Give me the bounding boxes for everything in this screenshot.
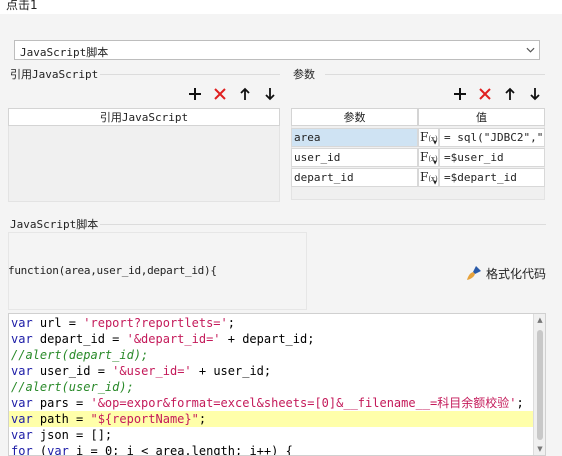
arrow-up-icon: [240, 87, 250, 100]
code-line[interactable]: var pars = '&op=expor&format=excel&sheet…: [9, 395, 537, 411]
code-line[interactable]: //alert(user_id);: [9, 379, 537, 395]
param-move-down-button[interactable]: [527, 86, 543, 102]
divider: [325, 74, 545, 75]
script-type-select[interactable]: JavaScript脚本: [14, 40, 540, 60]
params-section-label: 参数: [293, 68, 315, 81]
divider: [100, 74, 280, 75]
ref-move-down-button[interactable]: [262, 86, 278, 102]
scroll-up-icon[interactable]: ▲: [534, 314, 545, 326]
editor-scrollbar[interactable]: ▲ ▼: [533, 314, 545, 455]
formula-icon[interactable]: F(x) ▼: [418, 168, 439, 187]
param-delete-button[interactable]: [477, 86, 493, 102]
plus-icon: [189, 88, 201, 100]
code-editor[interactable]: var url = 'report?reportlets='; var depar…: [8, 313, 546, 456]
param-row[interactable]: user_id F(x) ▼ =$user_id: [291, 148, 545, 167]
code-line[interactable]: var json = [];: [9, 427, 537, 443]
plus-icon: [454, 88, 466, 100]
value-column-header: 值: [418, 108, 545, 126]
code-line[interactable]: var depart_id = '&depart_id=' + depart_i…: [9, 331, 537, 347]
param-row[interactable]: area F(x) ▼ = sql("JDBC2","s: [291, 128, 545, 147]
param-value-cell[interactable]: =$user_id: [439, 148, 545, 167]
format-code-label: 格式化代码: [486, 266, 547, 281]
param-value-cell[interactable]: = sql("JDBC2","s: [439, 128, 545, 147]
scroll-thumb[interactable]: [537, 330, 543, 440]
arrow-down-icon: [530, 88, 540, 101]
chevron-down-icon[interactable]: [521, 41, 539, 59]
param-name-cell[interactable]: area: [291, 128, 418, 147]
script-section-label: JavaScript脚本: [10, 218, 99, 231]
script-type-value: JavaScript脚本: [20, 46, 109, 59]
param-name-cell[interactable]: user_id: [291, 148, 418, 167]
param-add-button[interactable]: [452, 86, 468, 102]
param-name-cell[interactable]: depart_id: [291, 168, 418, 187]
function-signature: function(area,user_id,depart_id){: [8, 264, 217, 277]
x-icon: [479, 88, 491, 100]
ref-delete-button[interactable]: [212, 86, 228, 102]
code-line[interactable]: var user_id = '&user_id=' + user_id;: [9, 363, 537, 379]
ref-move-up-button[interactable]: [237, 86, 253, 102]
arrow-up-icon: [505, 87, 515, 100]
divider: [100, 224, 546, 225]
ref-section-label: 引用JavaScript: [10, 68, 99, 81]
code-line[interactable]: var url = 'report?reportlets=';: [9, 315, 537, 331]
code-line[interactable]: for (var i = 0; i < area.length; i++) {: [9, 443, 537, 455]
brush-icon: [467, 266, 481, 280]
param-column-header: 参数: [291, 108, 418, 126]
window-title: 点击1: [6, 0, 38, 12]
code-line[interactable]: var path = "${reportName}";: [9, 411, 537, 427]
param-value-cell[interactable]: =$depart_id: [439, 168, 545, 187]
param-row[interactable]: depart_id F(x) ▼ =$depart_id: [291, 168, 545, 187]
ref-add-button[interactable]: [187, 86, 203, 102]
formula-icon[interactable]: F(x) ▼: [418, 128, 439, 147]
arrow-down-icon: [265, 88, 275, 101]
ref-js-column-header: 引用JavaScript: [8, 108, 280, 126]
x-icon: [214, 88, 226, 100]
formula-icon[interactable]: F(x) ▼: [418, 148, 439, 167]
title-bar: 点击1: [0, 0, 562, 14]
param-move-up-button[interactable]: [502, 86, 518, 102]
code-line[interactable]: //alert(depart_id);: [9, 347, 537, 363]
format-code-button[interactable]: 格式化代码: [466, 264, 546, 282]
scroll-down-icon[interactable]: ▼: [534, 443, 545, 455]
